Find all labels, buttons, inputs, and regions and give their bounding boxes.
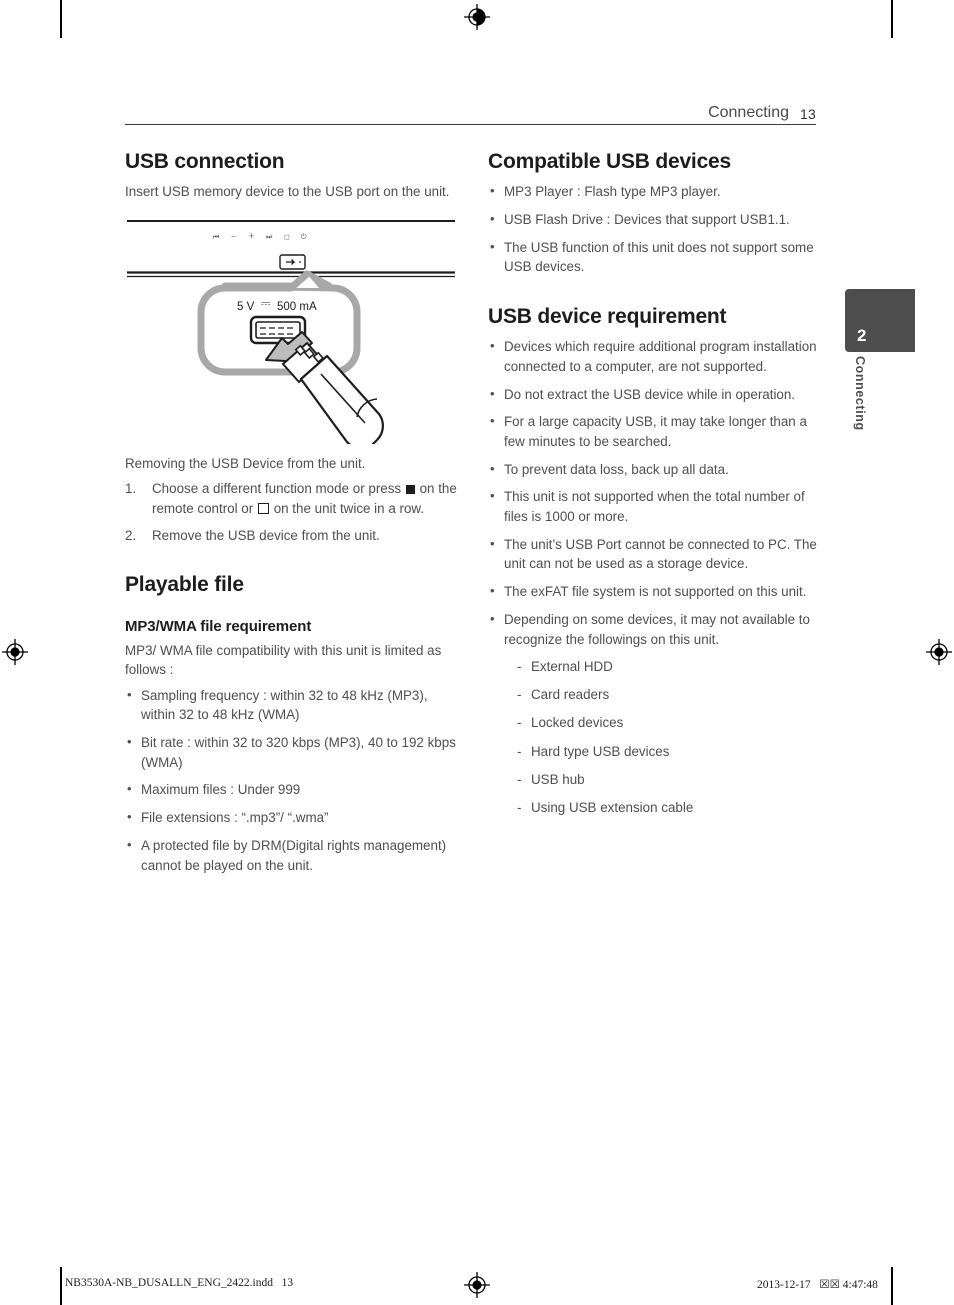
list-item: Devices which require additional program… bbox=[488, 336, 820, 376]
document-page: Connecting 13 USB connection Insert USB … bbox=[0, 0, 954, 1305]
stop-open-square-icon bbox=[257, 502, 269, 514]
list-item: The exFAT file system is not supported o… bbox=[488, 581, 820, 602]
list-item: Maximum files : Under 999 bbox=[125, 779, 457, 800]
list-item: For a large capacity USB, it may take lo… bbox=[488, 411, 820, 451]
list-item: USB Flash Drive : Devices that support U… bbox=[488, 209, 820, 230]
heading-usb-device-requirement: USB device requirement bbox=[488, 304, 727, 328]
chapter-tab-label: Connecting bbox=[853, 356, 867, 431]
print-footer: NB3530A-NB_DUSALLN_ENG_2422.indd 13 2013… bbox=[0, 1277, 954, 1297]
unsupported-device-sub-items: External HDD Card readers Locked devices… bbox=[488, 657, 820, 818]
subheading-mp3-wma-file-requirement: MP3/WMA file requirement bbox=[125, 617, 312, 635]
right-column: Compatible USB devices MP3 Player : Flas… bbox=[488, 150, 820, 826]
step-1-part-1: Choose a different function mode or pres… bbox=[152, 481, 402, 497]
registration-mark-left bbox=[2, 639, 28, 665]
list-item: MP3 Player : Flash type MP3 player. bbox=[488, 181, 820, 202]
removing-usb-steps: Choose a different function mode or pres… bbox=[125, 479, 457, 545]
svg-text:+: + bbox=[249, 231, 254, 241]
heading-playable-file: Playable file bbox=[125, 573, 244, 597]
chapter-tab: 2 bbox=[845, 289, 915, 352]
list-item: This unit is not supported when the tota… bbox=[488, 486, 820, 526]
registration-mark-right bbox=[926, 639, 952, 665]
heading-usb-connection: USB connection bbox=[125, 150, 285, 173]
running-header: Connecting 13 bbox=[125, 100, 816, 130]
list-item: Card readers bbox=[515, 685, 820, 705]
svg-text:500 mA: 500 mA bbox=[277, 301, 317, 313]
list-item: External HDD bbox=[515, 657, 820, 677]
list-item: Do not extract the USB device while in o… bbox=[488, 384, 820, 405]
header-divider bbox=[125, 124, 816, 126]
list-item: The unit’s USB Port cannot be connected … bbox=[488, 534, 820, 574]
list-item: The USB function of this unit does not s… bbox=[488, 237, 820, 277]
step-1-part-3: on the unit twice in a row. bbox=[273, 500, 425, 516]
page-number: 13 bbox=[800, 106, 816, 122]
svg-text:−: − bbox=[231, 232, 236, 241]
svg-text:⏻: ⏻ bbox=[301, 233, 307, 241]
list-item: USB hub bbox=[515, 770, 820, 790]
usb-connection-figure: ⏮ − + ⏭ ◻ ⏻ 5 V ⎓ 500 mA bbox=[125, 214, 457, 444]
removing-usb-step-2: Remove the USB device from the unit. bbox=[125, 526, 380, 545]
svg-text:⎓: ⎓ bbox=[261, 296, 271, 310]
stop-filled-square-icon bbox=[405, 484, 415, 494]
list-item: Using USB extension cable bbox=[515, 798, 820, 818]
registration-mark-top bbox=[464, 4, 490, 30]
svg-text:5 V: 5 V bbox=[237, 301, 255, 313]
playable-file-bullets: Sampling frequency : within 32 to 48 kHz… bbox=[125, 685, 457, 876]
usb-connection-intro: Insert USB memory device to the USB port… bbox=[125, 184, 450, 200]
crop-mark-top-right bbox=[891, 0, 893, 38]
list-item: Locked devices bbox=[515, 713, 820, 733]
list-item: Hard type USB devices bbox=[515, 742, 820, 762]
unit-control-icons: ⏮ − + ⏭ ◻ ⏻ bbox=[213, 231, 307, 241]
heading-compatible-usb-devices: Compatible USB devices bbox=[488, 150, 732, 173]
crop-mark-top-left bbox=[60, 0, 62, 38]
list-item: File extensions : “.mp3”/ “.wma” bbox=[125, 807, 457, 828]
header-chapter-label: Connecting bbox=[708, 104, 790, 121]
svg-text:⏮: ⏮ bbox=[213, 234, 219, 241]
list-item: A protected file by DRM(Digital rights m… bbox=[125, 835, 457, 875]
footer-timestamp: 2013-12-17 ☒☒ 4:47:48 bbox=[757, 1279, 878, 1291]
left-column: USB connection Insert USB memory device … bbox=[125, 150, 457, 883]
playable-file-intro: MP3/ WMA file compatibility with this un… bbox=[125, 642, 442, 678]
usb-device-requirement-bullets: Devices which require additional program… bbox=[488, 336, 820, 649]
removing-usb-intro: Removing the USB Device from the unit. bbox=[125, 455, 366, 471]
chapter-tab-number: 2 bbox=[857, 326, 867, 345]
list-item: Depending on some devices, it may not av… bbox=[488, 609, 820, 649]
list-item: Bit rate : within 32 to 320 kbps (MP3), … bbox=[125, 732, 457, 772]
list-item: To prevent data loss, back up all data. bbox=[488, 459, 820, 480]
svg-text:◻: ◻ bbox=[284, 234, 290, 241]
footer-file-name: NB3530A-NB_DUSALLN_ENG_2422.indd 13 bbox=[65, 1277, 294, 1289]
removing-usb-step-1: Choose a different function mode or pres… bbox=[125, 479, 457, 518]
svg-text:⏭: ⏭ bbox=[266, 234, 273, 241]
compatible-usb-devices-bullets: MP3 Player : Flash type MP3 player. USB … bbox=[488, 181, 820, 277]
list-item: Sampling frequency : within 32 to 48 kHz… bbox=[125, 685, 457, 725]
